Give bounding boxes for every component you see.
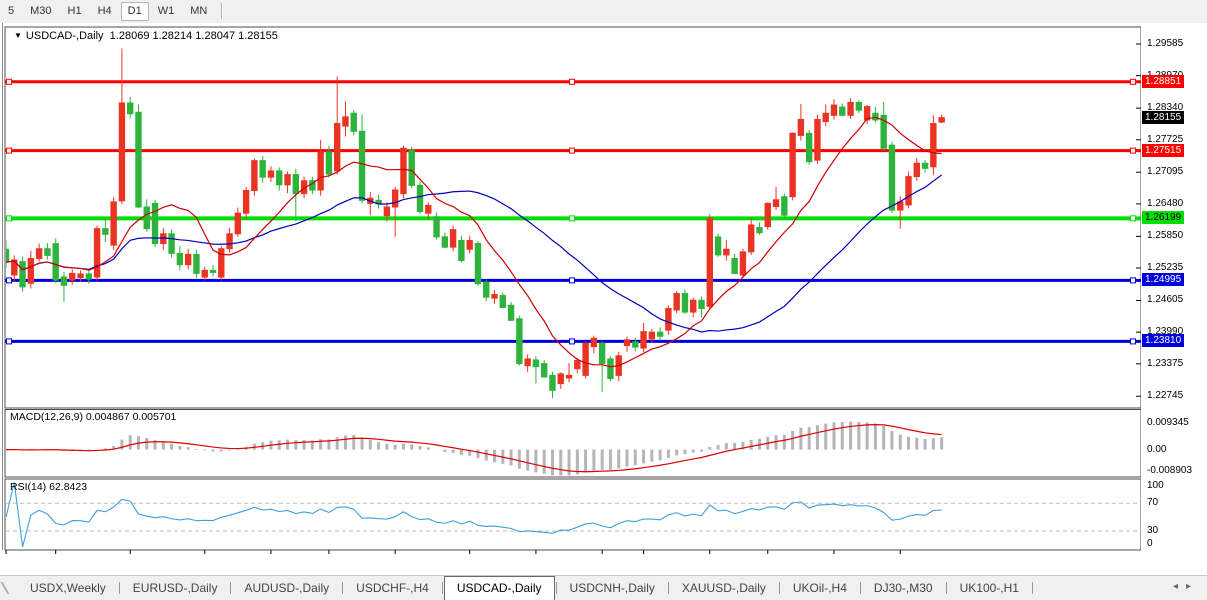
chart-tab-bar: USDX,WeeklyEURUSD-,DailyAUDUSD-,DailyUSD… xyxy=(0,575,1207,600)
line-handle[interactable] xyxy=(7,148,12,153)
line-handle[interactable] xyxy=(570,148,575,153)
line-handle[interactable] xyxy=(1131,278,1136,283)
line-handle[interactable] xyxy=(7,216,12,221)
timeframe-button-mn[interactable]: MN xyxy=(183,3,214,20)
chart-tab-ukoil-h4[interactable]: UKOil-,H4 xyxy=(781,577,859,600)
axis-label: 0.00 xyxy=(1147,444,1166,455)
chart-tab-uk100-h1[interactable]: UK100-,H1 xyxy=(948,577,1031,600)
tab-separator xyxy=(342,582,343,594)
chart-tab-xauusd-daily[interactable]: XAUUSD-,Daily xyxy=(670,577,778,600)
chart-area[interactable]: ▼ USDCAD-,Daily 1.28069 1.28214 1.28047 1… xyxy=(0,23,1207,575)
chart-title: ▼ USDCAD-,Daily 1.28069 1.28214 1.28047 1… xyxy=(14,30,278,42)
timeframe-button-5[interactable]: 5 xyxy=(1,3,21,20)
tab-separator xyxy=(779,582,780,594)
timeframe-button-m30[interactable]: M30 xyxy=(23,3,58,20)
toolbar-separator xyxy=(221,3,222,19)
line-handle[interactable] xyxy=(1131,216,1136,221)
tab-separator xyxy=(230,582,231,594)
chart-tab-eurusd-daily[interactable]: EURUSD-,Daily xyxy=(121,577,230,600)
chart-tab-usdcnh-daily[interactable]: USDCNH-,Daily xyxy=(558,577,667,600)
axis-label: 1.24605 xyxy=(1147,294,1183,305)
axis-label: 1.29585 xyxy=(1147,38,1183,49)
timeframe-button-d1[interactable]: D1 xyxy=(121,2,149,21)
tab-separator xyxy=(946,582,947,594)
axis-label: 100 xyxy=(1147,480,1164,491)
level-price-label: 1.24995 xyxy=(1142,273,1184,286)
level-price-label: 1.28851 xyxy=(1142,75,1184,88)
tab-separator xyxy=(556,582,557,594)
line-handle[interactable] xyxy=(7,278,12,283)
line-handle[interactable] xyxy=(7,339,12,344)
rsi-indicator-label: RSI(14) 62.8423 xyxy=(10,481,87,493)
chart-symbol-label: USDCAD-,Daily xyxy=(26,30,104,42)
axis-label: 0.009345 xyxy=(1147,417,1189,428)
current-price-label: 1.28155 xyxy=(1142,111,1184,124)
line-handle[interactable] xyxy=(1131,148,1136,153)
rsi-pane xyxy=(5,479,1141,550)
tabs-scroll-left-icon[interactable]: ◂ xyxy=(1173,581,1186,592)
chart-tab-usdx-weekly[interactable]: USDX,Weekly xyxy=(18,577,118,600)
price-axis[interactable]: 1.295851.289701.283401.277251.270951.264… xyxy=(1141,23,1207,575)
macd-indicator-label: MACD(12,26,9) 0.004867 0.005701 xyxy=(10,411,176,423)
axis-label: -0.008903 xyxy=(1147,465,1192,476)
tab-separator xyxy=(668,582,669,594)
line-handle[interactable] xyxy=(1131,79,1136,84)
timeframe-button-h4[interactable]: H4 xyxy=(91,3,119,20)
tab-separator xyxy=(442,582,443,594)
line-handle[interactable] xyxy=(570,79,575,84)
axis-label: 1.25235 xyxy=(1147,262,1183,273)
axis-label: 0 xyxy=(1147,538,1153,549)
tab-gripper-icon xyxy=(2,580,16,596)
axis-label: 1.23375 xyxy=(1147,358,1183,369)
line-handle[interactable] xyxy=(570,216,575,221)
axis-label: 30 xyxy=(1147,525,1158,536)
timeframe-toolbar: 5M30H1H4D1W1MN xyxy=(0,0,1207,24)
line-handle[interactable] xyxy=(570,339,575,344)
timeframe-button-w1[interactable]: W1 xyxy=(151,3,182,20)
level-price-label: 1.26199 xyxy=(1142,211,1184,224)
chart-tab-usdcad-daily[interactable]: USDCAD-,Daily xyxy=(444,576,555,600)
mt4-window: { "colors":{ "bull":"#ea3423","bear":"#2… xyxy=(0,0,1207,600)
line-handle[interactable] xyxy=(7,79,12,84)
tabs-scroll-right-icon[interactable]: ▸ xyxy=(1186,581,1199,592)
level-price-label: 1.27515 xyxy=(1142,144,1184,157)
line-handle[interactable] xyxy=(570,278,575,283)
axis-label: 1.27095 xyxy=(1147,166,1183,177)
tab-separator xyxy=(860,582,861,594)
axis-label: 1.22745 xyxy=(1147,390,1183,401)
chart-ohlc-values: 1.28069 1.28214 1.28047 1.28155 xyxy=(110,30,278,42)
chart-tab-audusd-daily[interactable]: AUDUSD-,Daily xyxy=(232,577,341,600)
symbol-dropdown-icon[interactable]: ▼ xyxy=(14,31,22,40)
axis-label: 70 xyxy=(1147,497,1158,508)
chart-tab-dj30-m30[interactable]: DJ30-,M30 xyxy=(862,577,945,600)
chart-tab-usdchf-h4[interactable]: USDCHF-,H4 xyxy=(344,577,441,600)
axis-label: 1.26480 xyxy=(1147,198,1183,209)
price-chart-canvas[interactable] xyxy=(0,23,1141,575)
tab-separator xyxy=(1032,582,1033,594)
tab-separator xyxy=(119,582,120,594)
level-price-label: 1.23810 xyxy=(1142,334,1184,347)
line-handle[interactable] xyxy=(1131,339,1136,344)
axis-label: 1.25850 xyxy=(1147,230,1183,241)
timeframe-button-h1[interactable]: H1 xyxy=(61,3,89,20)
